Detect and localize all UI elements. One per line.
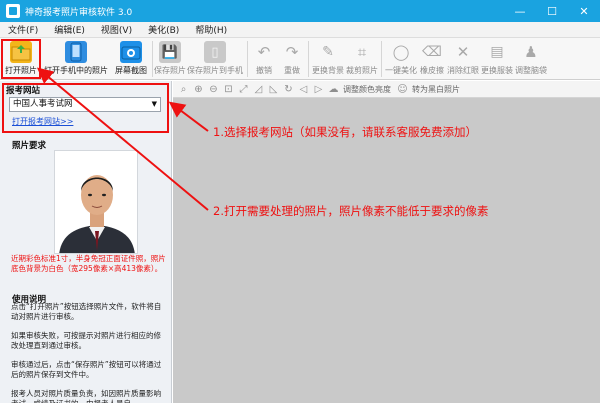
- brush-icon: ✎: [322, 44, 334, 60]
- window-title: 神奇报考照片审核软件 3.0: [25, 7, 133, 18]
- tilt-right-icon[interactable]: ◺: [266, 84, 281, 95]
- zoom-out-icon[interactable]: ⊖: [206, 84, 221, 95]
- sample-photo: [54, 150, 138, 254]
- phone-icon: [65, 41, 87, 63]
- adjust-color-button[interactable]: 调整颜色亮度: [343, 84, 391, 95]
- annotation-note-2: 2.打开需要处理的照片，照片像素不能低于要求的像素: [213, 204, 489, 218]
- expand-icon[interactable]: ⤢: [236, 84, 251, 95]
- requirements-text: 近期彩色标准1寸，半身免冠正面证件照，照片底色背景为白色（宽295像素×高413…: [11, 254, 166, 273]
- toolbar-separator: [247, 41, 248, 77]
- to-bw-button[interactable]: 转为黑白照片: [412, 84, 460, 95]
- flip-horizontal-icon[interactable]: ◁: [296, 84, 311, 95]
- crop-icon: ⌗: [357, 43, 367, 61]
- redeye-icon: ✕: [456, 43, 470, 61]
- crop-photo-button[interactable]: ⌗ 裁剪照片: [345, 38, 379, 78]
- eraser-icon: ⌫: [422, 44, 442, 60]
- camera-icon: [120, 41, 142, 63]
- person-bw-icon[interactable]: ☺: [395, 84, 410, 95]
- minimize-button[interactable]: —: [504, 0, 536, 22]
- open-site-link[interactable]: 打开报考网站>>: [12, 116, 73, 127]
- book-icon: ▤: [490, 44, 504, 60]
- toolbar-separator: [381, 41, 382, 77]
- color-icon[interactable]: ☁: [326, 84, 341, 95]
- usage-text: 点击“打开照片”按钮选择照片文件，软件将自动对照片进行审核。 如果审核失败，可按…: [11, 302, 166, 403]
- redo-icon: ↷: [285, 43, 299, 61]
- annotation-note-1: 1.选择报考网站（如果没有，请联系客服免费添加）: [213, 125, 477, 139]
- main-toolbar: 打开照片 打开手机中的照片 屏幕截图 💾 保存照片 ▯ 保存照片到手机 ↶ 撤销…: [0, 38, 600, 80]
- usage-step-1: 点击“打开照片”按钮选择照片文件，软件将自动对照片进行审核。: [11, 302, 162, 321]
- menu-beautify[interactable]: 美化(B): [140, 23, 187, 36]
- circle-icon: ◯: [392, 43, 410, 61]
- menu-file[interactable]: 文件(F): [0, 23, 46, 36]
- image-toolbar: ⌕ ⊕ ⊖ ⊡ ⤢ ◿ ◺ ↻ ◁ ▷ ☁ 调整颜色亮度 ☺ 转为黑白照片: [173, 81, 600, 98]
- adjust-head-button[interactable]: ♟ 调整脑袋: [514, 38, 548, 78]
- flip-vertical-icon[interactable]: ▷: [311, 84, 326, 95]
- remove-redeye-button[interactable]: ✕ 消除红眼: [446, 38, 480, 78]
- title-bar: 神奇报考照片审核软件 3.0 — ☐ ✕: [0, 0, 600, 22]
- app-icon: [6, 4, 20, 18]
- chevron-down-icon: ▼: [151, 100, 157, 108]
- image-canvas[interactable]: [173, 98, 600, 403]
- undo-button[interactable]: ↶ 撤销: [250, 38, 278, 78]
- zoom-icon[interactable]: ⌕: [176, 84, 191, 95]
- fit-icon[interactable]: ⊡: [221, 84, 236, 95]
- menu-help[interactable]: 帮助(H): [187, 23, 235, 36]
- site-select-value: 中国人事考试网: [13, 99, 73, 109]
- usage-step-2: 如果审核失败，可按提示对照片进行相应的修改处理直到通过审核。: [11, 331, 161, 350]
- screenshot-button[interactable]: 屏幕截图: [112, 38, 150, 78]
- toolbar-separator: [152, 41, 153, 77]
- open-photo-annotation-box: [1, 39, 41, 79]
- redo-button[interactable]: ↷ 重做: [278, 38, 306, 78]
- tilt-left-icon[interactable]: ◿: [251, 84, 266, 95]
- site-select[interactable]: 中国人事考试网 ▼: [9, 97, 161, 112]
- toolbar-separator: [308, 41, 309, 77]
- zoom-in-icon[interactable]: ⊕: [191, 84, 206, 95]
- menu-view[interactable]: 视图(V): [93, 23, 140, 36]
- undo-icon: ↶: [257, 43, 271, 61]
- open-phone-photo-button[interactable]: 打开手机中的照片: [40, 38, 112, 78]
- rotate-icon[interactable]: ↻: [281, 84, 296, 95]
- eraser-button[interactable]: ⌫ 橡皮擦: [418, 38, 446, 78]
- maximize-button[interactable]: ☐: [536, 0, 568, 22]
- menu-edit[interactable]: 编辑(E): [46, 23, 93, 36]
- requirements-title: 照片要求: [12, 141, 47, 151]
- close-button[interactable]: ✕: [568, 0, 600, 22]
- beautify-button[interactable]: ◯ 一键美化: [384, 38, 418, 78]
- person-icon: ♟: [524, 43, 538, 61]
- save-photo-button[interactable]: 💾 保存照片: [154, 38, 186, 78]
- save-icon: 💾: [159, 41, 181, 63]
- change-clothes-button[interactable]: ▤ 更换服装: [480, 38, 514, 78]
- change-background-button[interactable]: ✎ 更换背景: [311, 38, 345, 78]
- save-phone-icon: ▯: [204, 41, 226, 63]
- usage-step-3: 审核通过后，点击“保存照片”按钮可以将通过后的照片保存到文件中。: [11, 360, 162, 379]
- save-to-phone-button[interactable]: ▯ 保存照片到手机: [185, 38, 245, 78]
- usage-step-4: 报考人员对照片质量负责，如因照片质量影响考试、成绩及证书的，由报考人员自: [11, 389, 161, 403]
- menu-bar: 文件(F) 编辑(E) 视图(V) 美化(B) 帮助(H): [0, 22, 600, 38]
